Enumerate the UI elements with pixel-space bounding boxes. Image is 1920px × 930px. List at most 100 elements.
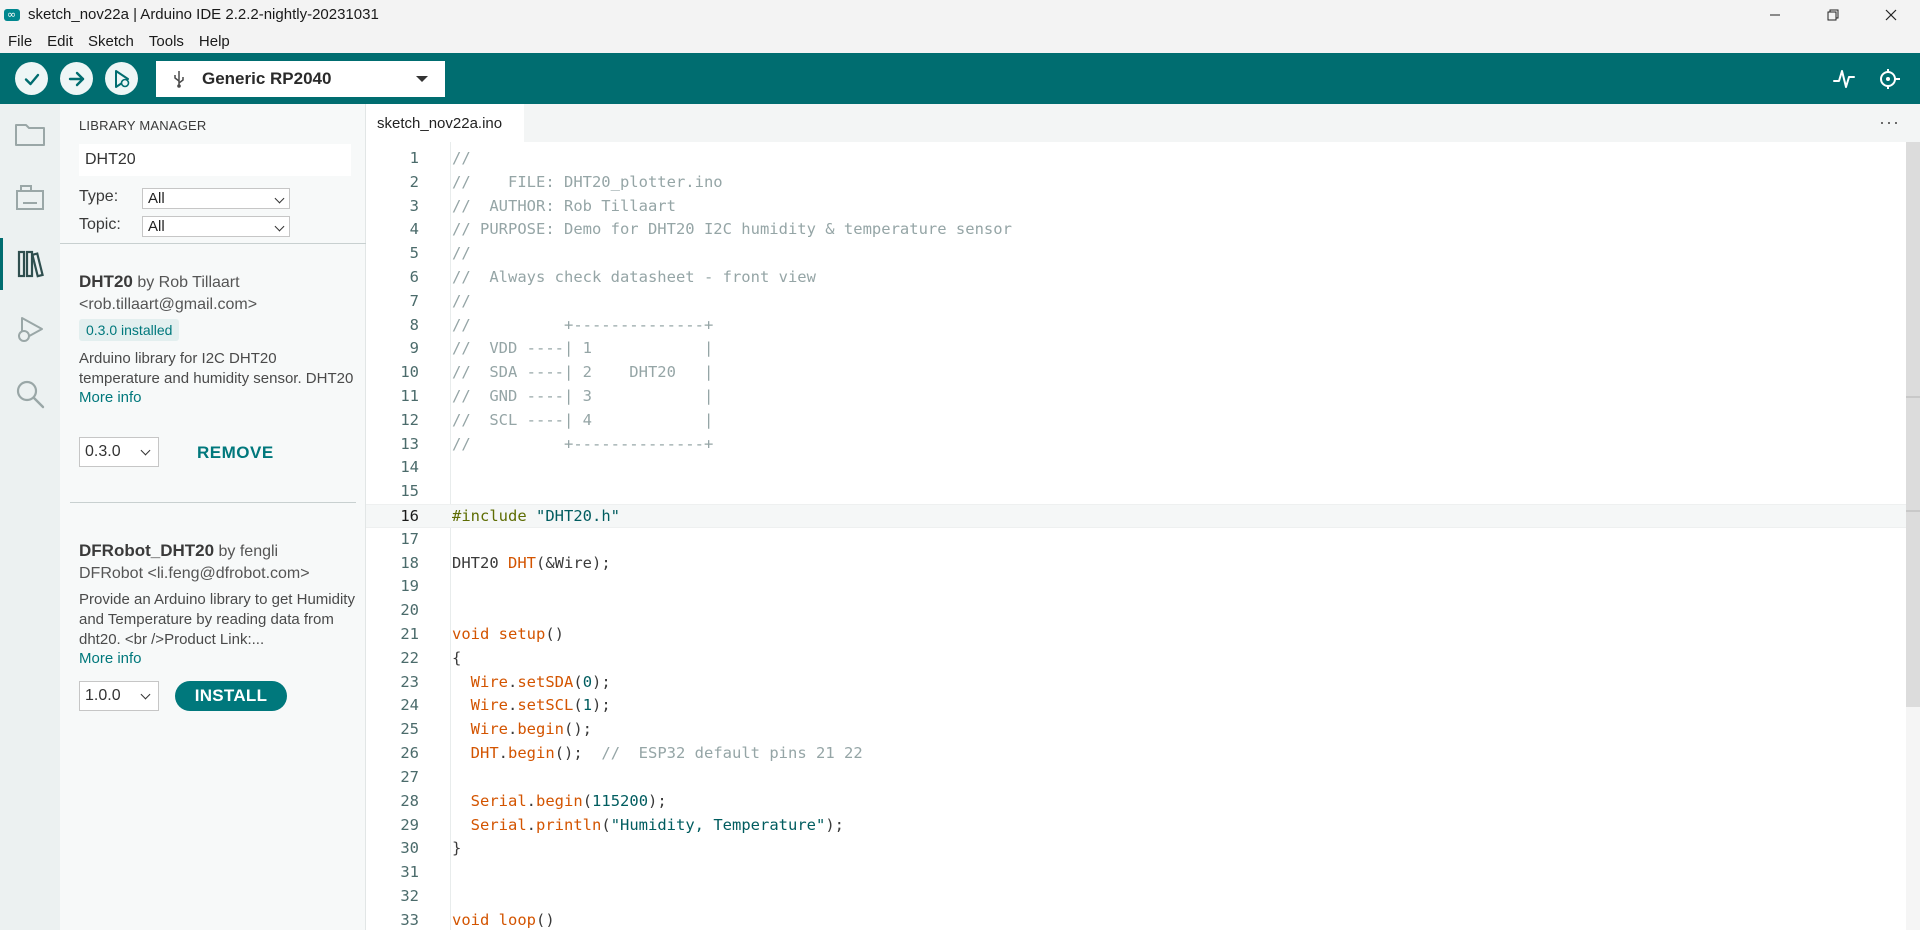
code-text: Wire.setSCL(1); bbox=[452, 694, 611, 718]
code-line[interactable]: 13 // +--------------+ bbox=[366, 433, 1920, 457]
close-icon[interactable] bbox=[1862, 0, 1920, 29]
code-editor[interactable]: 1 // 2 // FILE: DHT20_plotter.ino 3 // AUTHOR… bbox=[366, 142, 1920, 930]
menu-help[interactable]: Help bbox=[191, 33, 237, 50]
code-token: begin bbox=[517, 720, 565, 739]
code-line[interactable]: 12 // SCL ----| 4 | bbox=[366, 409, 1920, 433]
code-line[interactable]: 26 DHT.begin(); // ESP32 default pins 21… bbox=[366, 742, 1920, 766]
code-token: begin bbox=[508, 744, 555, 763]
topic-filter-select[interactable]: All bbox=[142, 216, 290, 237]
chevron-down-icon bbox=[274, 193, 285, 204]
remove-button[interactable]: REMOVE bbox=[197, 443, 274, 463]
menu-sketch[interactable]: Sketch bbox=[80, 33, 141, 50]
code-line[interactable]: 4 // PURPOSE: Demo for DHT20 I2C humidity… bbox=[366, 218, 1920, 242]
code-line[interactable]: 17 bbox=[366, 528, 1920, 552]
code-line[interactable]: 1 // bbox=[366, 147, 1920, 171]
code-text: #include "DHT20.h" bbox=[452, 505, 620, 529]
code-line[interactable]: 22 { bbox=[366, 647, 1920, 671]
code-text: DHT.begin(); // ESP32 default pins 21 22 bbox=[452, 742, 863, 766]
code-token: } bbox=[452, 839, 462, 858]
code-line[interactable]: 14 bbox=[366, 456, 1920, 480]
panel-title: LIBRARY MANAGER bbox=[79, 118, 207, 133]
code-line[interactable]: 18 DHT20 DHT(&Wire); bbox=[366, 552, 1920, 576]
boards-manager-button[interactable] bbox=[0, 172, 60, 224]
code-line[interactable]: 33 void loop() bbox=[366, 909, 1920, 930]
debug-panel-button[interactable] bbox=[0, 303, 60, 355]
code-line[interactable]: 3 // AUTHOR: Rob Tillaart bbox=[366, 195, 1920, 219]
version-select[interactable]: 0.3.0 bbox=[79, 437, 159, 467]
serial-monitor-button[interactable] bbox=[1876, 66, 1902, 92]
code-line[interactable]: 29 Serial.println("Humidity, Temperature… bbox=[366, 814, 1920, 838]
code-token: DHT20 bbox=[452, 553, 508, 572]
code-token: setup bbox=[498, 625, 546, 644]
editor-scrollbar[interactable] bbox=[1906, 142, 1920, 930]
sketchbook-button[interactable] bbox=[0, 108, 60, 160]
code-line[interactable]: 5 // bbox=[366, 242, 1920, 266]
chevron-down-icon bbox=[140, 689, 151, 700]
debug-button[interactable] bbox=[105, 62, 138, 95]
library-search-input[interactable] bbox=[79, 144, 351, 176]
code-line[interactable]: 15 bbox=[366, 480, 1920, 504]
code-line[interactable]: 7 // bbox=[366, 290, 1920, 314]
code-line[interactable]: 20 bbox=[366, 599, 1920, 623]
version-select[interactable]: 1.0.0 bbox=[79, 681, 159, 711]
search-button[interactable] bbox=[0, 368, 60, 420]
code-line[interactable]: 10 // SDA ----| 2 DHT20 | bbox=[366, 361, 1920, 385]
code-token: 1 bbox=[582, 696, 593, 715]
line-number: 22 bbox=[400, 648, 419, 667]
serial-plotter-button[interactable] bbox=[1831, 66, 1857, 92]
more-info-link[interactable]: More info bbox=[79, 389, 359, 406]
restore-icon[interactable] bbox=[1804, 0, 1862, 29]
code-token: . bbox=[498, 744, 509, 763]
code-line[interactable]: 24 Wire.setSCL(1); bbox=[366, 694, 1920, 718]
code-line[interactable]: 19 bbox=[366, 575, 1920, 599]
code-line[interactable]: 32 bbox=[366, 885, 1920, 909]
board-name: Generic RP2040 bbox=[202, 69, 332, 88]
editor-tabs: sketch_nov22a.ino ··· bbox=[366, 104, 1920, 142]
line-number: 12 bbox=[400, 410, 419, 429]
code-line[interactable]: 8 // +--------------+ bbox=[366, 314, 1920, 338]
upload-button[interactable] bbox=[60, 62, 93, 95]
menu-edit[interactable]: Edit bbox=[39, 33, 80, 50]
code-line[interactable]: 2 // FILE: DHT20_plotter.ino bbox=[366, 171, 1920, 195]
code-token: setSCL bbox=[517, 696, 574, 715]
menu-file[interactable]: File bbox=[0, 33, 39, 50]
more-actions-icon[interactable]: ··· bbox=[1879, 112, 1900, 133]
toolbar: Generic RP2040 bbox=[0, 53, 1920, 104]
verify-button[interactable] bbox=[15, 62, 48, 95]
board-selector[interactable]: Generic RP2040 bbox=[156, 61, 445, 97]
code-token: // FILE: DHT20_plotter.ino bbox=[452, 172, 723, 191]
code-token: { bbox=[452, 648, 462, 667]
code-line[interactable]: 16 #include "DHT20.h" bbox=[366, 504, 1920, 528]
tab-sketch-file[interactable]: sketch_nov22a.ino bbox=[366, 104, 525, 142]
code-line[interactable]: 31 bbox=[366, 861, 1920, 885]
code-line[interactable]: 28 Serial.begin(115200); bbox=[366, 790, 1920, 814]
code-line[interactable]: 23 Wire.setSDA(0); bbox=[366, 671, 1920, 695]
code-line[interactable]: 6 // Always check datasheet - front view bbox=[366, 266, 1920, 290]
library-description: Provide an Arduino library to get Humidi… bbox=[79, 591, 355, 648]
code-token: // AUTHOR: Rob Tillaart bbox=[452, 196, 676, 215]
code-token: . bbox=[508, 696, 518, 715]
code-line[interactable]: 9 // VDD ----| 1 | bbox=[366, 337, 1920, 361]
menu-tools[interactable]: Tools bbox=[141, 33, 191, 50]
library-name: DHT20 bbox=[79, 272, 133, 291]
install-button[interactable]: INSTALL bbox=[175, 681, 287, 711]
type-filter-select[interactable]: All bbox=[142, 188, 290, 209]
minimize-icon[interactable] bbox=[1746, 0, 1804, 29]
scrollbar-marker bbox=[1906, 510, 1920, 512]
library-manager-button[interactable] bbox=[0, 238, 60, 290]
more-info-link[interactable]: More info bbox=[79, 650, 359, 667]
code-line[interactable]: 21 void setup() bbox=[366, 623, 1920, 647]
serial-monitor-icon bbox=[1880, 69, 1900, 89]
line-number: 14 bbox=[400, 458, 419, 477]
code-line[interactable]: 25 Wire.begin(); bbox=[366, 718, 1920, 742]
scrollbar-thumb[interactable] bbox=[1906, 142, 1920, 707]
code-token: Wire bbox=[470, 720, 508, 739]
code-token: (); bbox=[554, 744, 602, 763]
code-text: void loop() bbox=[452, 909, 555, 930]
code-text: } bbox=[452, 837, 461, 861]
code-line[interactable]: 11 // GND ----| 3 | bbox=[366, 385, 1920, 409]
code-line[interactable]: 30} bbox=[366, 837, 1920, 861]
code-token: // +--------------+ bbox=[452, 434, 714, 453]
code-line[interactable]: 27 bbox=[366, 766, 1920, 790]
